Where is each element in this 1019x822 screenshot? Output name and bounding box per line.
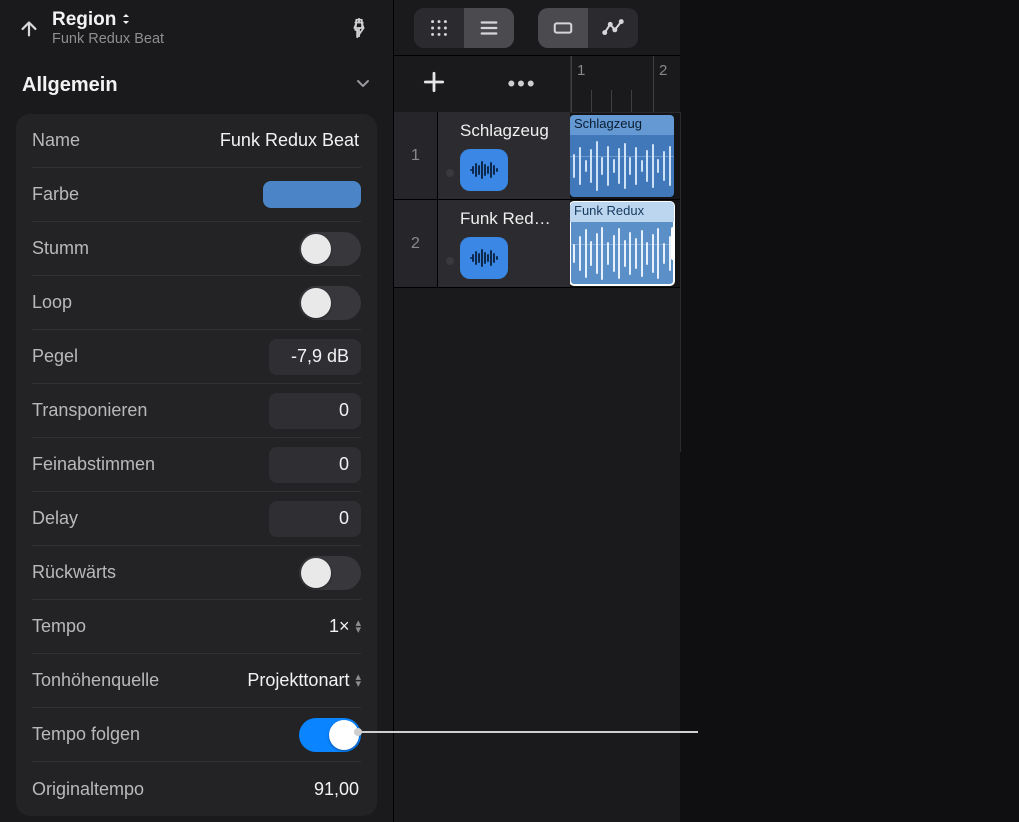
ruler-mark: 1	[577, 62, 585, 79]
app-root: Region Funk Redux Beat Allgemein	[0, 0, 1019, 822]
track-number: 1	[394, 112, 438, 199]
prop-label: Delay	[32, 508, 269, 529]
stepper-arrows-icon: ▴▾	[355, 674, 361, 686]
prop-delay: Delay 0	[32, 492, 361, 546]
prop-label: Rückwärts	[32, 562, 299, 583]
prop-tempo: Tempo 1× ▴▾	[32, 600, 361, 654]
tempo-stepper[interactable]: 1× ▴▾	[329, 616, 361, 637]
grid-view-button[interactable]	[414, 8, 464, 48]
track-name: Funk Red…	[460, 209, 558, 229]
track-name: Schlagzeug	[460, 121, 558, 141]
prop-pitchsource: Tonhöhenquelle Projekttonart ▴▾	[32, 654, 361, 708]
prop-name: Name Funk Redux Beat	[32, 114, 361, 168]
back-button[interactable]	[14, 13, 44, 43]
track-header[interactable]: Schlagzeug	[438, 112, 570, 199]
mute-toggle[interactable]	[299, 232, 361, 266]
track-number: 2	[394, 200, 438, 287]
prop-loop: Loop	[32, 276, 361, 330]
pin-button[interactable]	[343, 12, 375, 44]
waveform-icon	[570, 135, 674, 197]
more-options-button[interactable]: •••	[507, 71, 536, 97]
prop-label: Tonhöhenquelle	[32, 670, 247, 691]
record-enable-dot[interactable]	[446, 169, 454, 177]
list-view-button[interactable]	[464, 8, 514, 48]
section-general: Allgemein Name Funk Redux Beat Farbe Stu…	[0, 56, 393, 816]
followtempo-toggle[interactable]	[299, 718, 361, 752]
empty-area	[680, 0, 1019, 822]
callout-line	[358, 731, 698, 733]
section-title: Allgemein	[22, 74, 118, 97]
view-mode-segment	[414, 8, 514, 48]
display-segment	[538, 8, 638, 48]
prop-reverse: Rückwärts	[32, 546, 361, 600]
prop-color: Farbe	[32, 168, 361, 222]
prop-label: Feinabstimmen	[32, 454, 269, 475]
automation-view-button[interactable]	[588, 8, 638, 48]
name-field[interactable]: Funk Redux Beat	[220, 130, 361, 151]
prop-label: Farbe	[32, 184, 263, 205]
track-options-area: •••	[474, 71, 570, 97]
sort-caret-icon	[120, 9, 132, 31]
inspector-title: Region	[52, 9, 116, 31]
prop-followtempo: Tempo folgen	[32, 708, 361, 762]
loop-toggle[interactable]	[299, 286, 361, 320]
prop-label: Stumm	[32, 238, 299, 259]
track-icon-audio[interactable]	[460, 149, 508, 191]
prop-label: Tempo folgen	[32, 724, 299, 745]
region-resize-handle[interactable]	[671, 227, 674, 260]
prop-level: Pegel -7,9 dB	[32, 330, 361, 384]
level-field[interactable]: -7,9 dB	[269, 339, 361, 375]
clip-label: Schlagzeug	[570, 115, 674, 135]
region-title-block[interactable]: Region Funk Redux Beat	[52, 9, 164, 48]
prop-label: Pegel	[32, 346, 269, 367]
inspector-header: Region Funk Redux Beat	[0, 0, 393, 56]
color-swatch[interactable]	[263, 181, 361, 208]
pitchsource-select[interactable]: Projekttonart ▴▾	[247, 670, 361, 691]
prop-label: Loop	[32, 292, 299, 313]
prop-label: Originaltempo	[32, 779, 314, 800]
reverse-toggle[interactable]	[299, 556, 361, 590]
clip-label: Funk Redux	[570, 202, 674, 222]
origtempo-value: 91,00	[314, 779, 361, 800]
waveform-icon	[570, 222, 674, 285]
region-clip[interactable]: Schlagzeug	[570, 115, 674, 197]
section-header-general[interactable]: Allgemein	[16, 56, 377, 114]
region-clip-selected[interactable]: Funk Redux	[570, 202, 674, 285]
stepper-arrows-icon: ▴▾	[355, 620, 361, 632]
prop-label: Name	[32, 130, 220, 151]
add-track-button[interactable]	[421, 69, 447, 100]
ruler-mark: 2	[659, 62, 667, 79]
arrangement-panel: ••• 1 2 1 Schlagzeug	[394, 0, 1019, 822]
prop-mute: Stumm	[32, 222, 361, 276]
prop-finetune: Feinabstimmen 0	[32, 438, 361, 492]
inspector-panel: Region Funk Redux Beat Allgemein	[0, 0, 394, 822]
prop-origtempo: Originaltempo 91,00	[32, 762, 361, 816]
prop-transpose: Transponieren 0	[32, 384, 361, 438]
finetune-field[interactable]: 0	[269, 447, 361, 483]
prop-label: Transponieren	[32, 400, 269, 421]
record-enable-dot[interactable]	[446, 257, 454, 265]
inspector-subtitle: Funk Redux Beat	[52, 31, 164, 48]
region-view-button[interactable]	[538, 8, 588, 48]
track-header[interactable]: Funk Red…	[438, 200, 570, 287]
properties-list: Name Funk Redux Beat Farbe Stumm Loop Pe…	[16, 114, 377, 816]
transpose-field[interactable]: 0	[269, 393, 361, 429]
chevron-down-icon	[355, 74, 371, 97]
delay-field[interactable]: 0	[269, 501, 361, 537]
prop-label: Tempo	[32, 616, 329, 637]
add-track-area	[394, 69, 474, 100]
track-icon-audio[interactable]	[460, 237, 508, 279]
